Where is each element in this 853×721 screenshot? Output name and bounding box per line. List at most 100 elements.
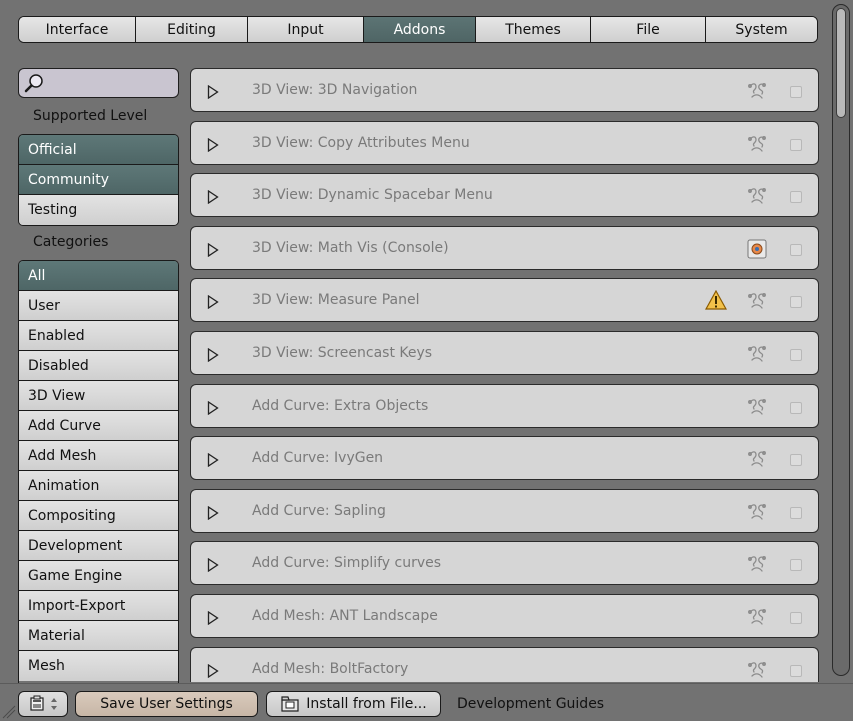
category-material[interactable]: Material — [19, 621, 178, 651]
addon-name: 3D View: Screencast Keys — [252, 345, 433, 361]
tab-addons[interactable]: Addons — [364, 17, 476, 42]
category-animation[interactable]: Animation — [19, 471, 178, 501]
enable-addon-checkbox[interactable] — [790, 454, 802, 467]
community-icon — [748, 503, 766, 520]
tab-system[interactable]: System — [706, 17, 817, 42]
addon-row[interactable]: 3D View: 3D Navigation — [190, 68, 819, 112]
enable-addon-checkbox[interactable] — [790, 401, 802, 414]
expand-triangle-icon[interactable] — [207, 295, 219, 310]
enable-addon-checkbox[interactable] — [790, 86, 802, 98]
category-add-mesh[interactable]: Add Mesh — [19, 441, 178, 471]
category-user[interactable]: User — [19, 291, 178, 321]
addon-row[interactable]: 3D View: Math Vis (Console) — [190, 225, 819, 270]
addon-row[interactable]: Add Mesh: BoltFactory — [190, 646, 819, 682]
expand-triangle-icon[interactable] — [207, 242, 219, 257]
folder-icon — [281, 696, 299, 712]
expand-triangle-icon[interactable] — [207, 505, 219, 520]
community-icon — [748, 609, 766, 625]
category-enabled[interactable]: Enabled — [19, 321, 178, 351]
expand-triangle-icon[interactable] — [207, 558, 219, 573]
level-official[interactable]: Official — [19, 135, 178, 165]
expand-triangle-icon[interactable] — [207, 611, 219, 625]
enable-addon-checkbox[interactable] — [790, 612, 802, 624]
category-import-export[interactable]: Import-Export — [19, 591, 178, 621]
addon-row[interactable]: 3D View: Screencast Keys — [190, 331, 819, 375]
addon-row[interactable]: Add Curve: Extra Objects — [190, 383, 819, 428]
addon-name: 3D View: Math Vis (Console) — [252, 239, 449, 256]
community-icon — [748, 83, 766, 99]
addon-row[interactable]: Add Mesh: ANT Landscape — [190, 594, 819, 638]
enable-addon-checkbox[interactable] — [790, 243, 802, 256]
install-from-file-button[interactable]: Install from File... — [266, 691, 441, 717]
tab-file[interactable]: File — [591, 17, 706, 42]
addon-row[interactable]: Add Curve: Sapling — [190, 488, 819, 533]
level-community[interactable]: Community — [19, 165, 178, 195]
addon-name: Add Curve: Sapling — [252, 502, 386, 519]
official-icon — [747, 239, 767, 259]
expand-triangle-icon[interactable] — [207, 137, 219, 152]
preferences-editor-icon — [30, 695, 44, 711]
search-input[interactable] — [18, 68, 179, 98]
categories-group: All User Enabled Disabled 3D View Add Cu… — [18, 260, 179, 690]
community-icon — [748, 398, 766, 415]
expand-triangle-icon[interactable] — [207, 190, 219, 205]
bottom-bar: Save User Settings Install from File... … — [0, 683, 853, 721]
expand-triangle-icon[interactable] — [207, 663, 219, 678]
community-icon — [748, 135, 766, 152]
community-icon — [748, 346, 766, 362]
install-label: Install from File... — [306, 696, 427, 712]
editor-type-button[interactable] — [18, 691, 68, 717]
enable-addon-checkbox[interactable] — [790, 559, 802, 572]
tab-interface[interactable]: Interface — [19, 17, 136, 42]
addon-name: 3D View: Copy Attributes Menu — [252, 134, 470, 151]
enable-addon-checkbox[interactable] — [790, 349, 802, 361]
addon-row[interactable]: 3D View: Copy Attributes Menu — [190, 120, 819, 165]
category-disabled[interactable]: Disabled — [19, 351, 178, 381]
category-compositing[interactable]: Compositing — [19, 501, 178, 531]
category-mesh[interactable]: Mesh — [19, 651, 178, 681]
expand-triangle-icon[interactable] — [207, 348, 219, 362]
tab-editing[interactable]: Editing — [136, 17, 248, 42]
chevron-updown-icon — [51, 698, 57, 710]
enable-addon-checkbox[interactable] — [790, 191, 802, 204]
addon-name: 3D View: 3D Navigation — [252, 82, 418, 98]
enable-addon-checkbox[interactable] — [790, 296, 802, 309]
expand-triangle-icon[interactable] — [207, 453, 219, 468]
categories-label: Categories — [33, 234, 109, 250]
preferences-tabs: Interface Editing Input Addons Themes Fi… — [18, 16, 818, 43]
expand-triangle-icon[interactable] — [207, 400, 219, 415]
tab-input[interactable]: Input — [248, 17, 364, 42]
community-icon — [748, 451, 766, 467]
level-testing[interactable]: Testing — [19, 195, 178, 225]
category-game-engine[interactable]: Game Engine — [19, 561, 178, 591]
scrollbar[interactable] — [832, 4, 850, 676]
scrollbar-thumb[interactable] — [836, 8, 846, 118]
category-3d-view[interactable]: 3D View — [19, 381, 178, 411]
addon-name: Add Mesh: ANT Landscape — [252, 608, 438, 624]
addon-name: Add Curve: IvyGen — [252, 450, 384, 467]
expand-triangle-icon[interactable] — [207, 85, 219, 99]
category-add-curve[interactable]: Add Curve — [19, 411, 178, 441]
enable-addon-checkbox[interactable] — [790, 664, 802, 677]
magnifier-icon — [24, 74, 43, 93]
enable-addon-checkbox[interactable] — [790, 138, 802, 151]
addon-name: 3D View: Dynamic Spacebar Menu — [252, 187, 493, 204]
addon-name: Add Curve: Simplify curves — [252, 555, 442, 572]
community-icon — [748, 188, 766, 204]
resize-corner-icon[interactable] — [2, 705, 16, 719]
addon-name: 3D View: Measure Panel — [252, 292, 420, 309]
development-guides-link[interactable]: Development Guides — [457, 696, 604, 712]
supported-level-label: Supported Level — [33, 108, 148, 124]
save-user-settings-button[interactable]: Save User Settings — [75, 691, 258, 717]
addon-row[interactable]: 3D View: Measure Panel — [190, 278, 819, 323]
addon-row[interactable]: 3D View: Dynamic Spacebar Menu — [190, 173, 819, 218]
category-development[interactable]: Development — [19, 531, 178, 561]
addon-name: Add Mesh: BoltFactory — [252, 660, 409, 677]
category-all[interactable]: All — [19, 261, 178, 291]
tab-themes[interactable]: Themes — [476, 17, 591, 42]
addon-row[interactable]: Add Curve: IvyGen — [190, 436, 819, 481]
addon-name: Add Curve: Extra Objects — [252, 397, 429, 414]
enable-addon-checkbox[interactable] — [790, 506, 802, 519]
community-icon — [748, 293, 766, 310]
addon-row[interactable]: Add Curve: Simplify curves — [190, 541, 819, 586]
